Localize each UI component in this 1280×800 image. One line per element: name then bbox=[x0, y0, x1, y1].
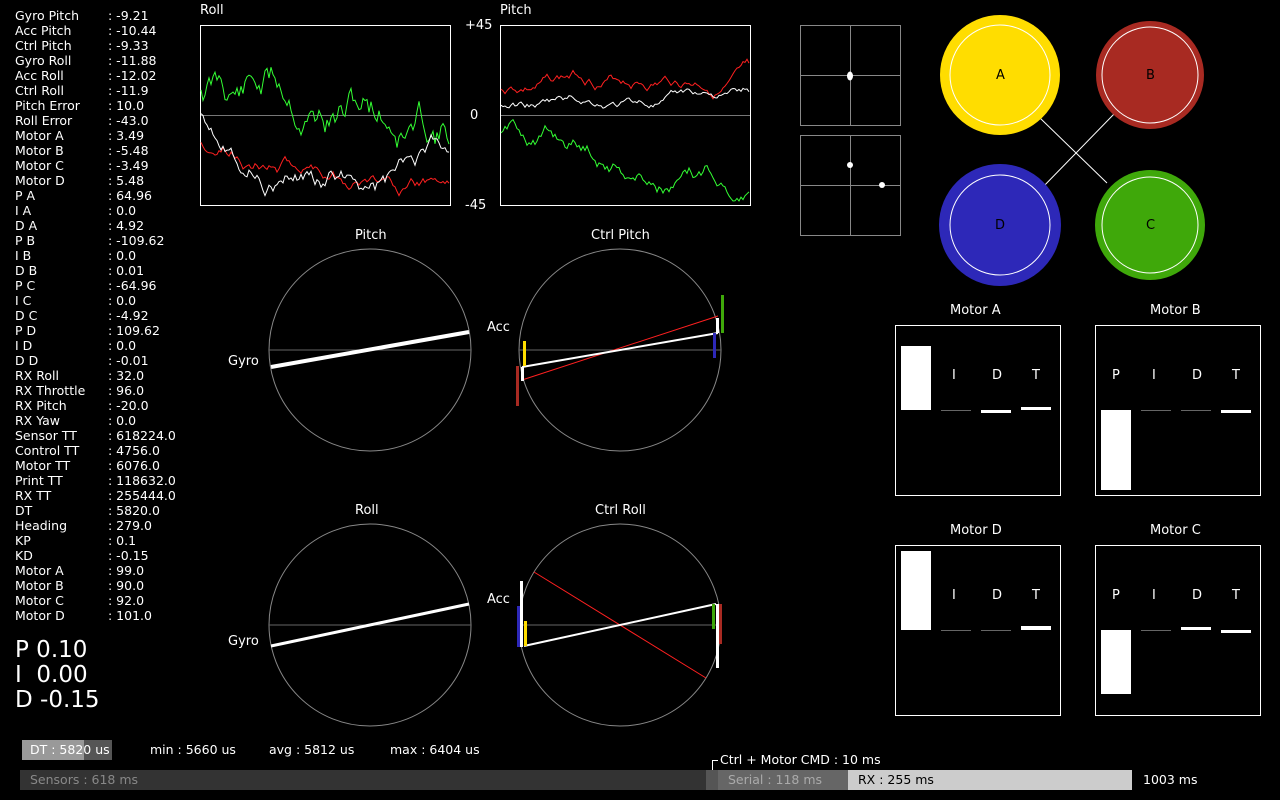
motor-a-p-bar bbox=[901, 346, 931, 410]
motor-d-d-label: D bbox=[992, 588, 1003, 603]
dt-label: DT : 5820 us bbox=[30, 742, 110, 757]
motor-d-i-bar bbox=[941, 630, 971, 631]
dials-canvas bbox=[268, 15, 1205, 727]
stick-box-1 bbox=[800, 25, 901, 126]
motor-d-label: D bbox=[995, 218, 1006, 233]
motor-d-i-label: I bbox=[952, 588, 956, 603]
motor-a-d-label: D bbox=[992, 368, 1003, 383]
motor-c-d-label: D bbox=[1192, 588, 1203, 603]
motor-a-i-label: I bbox=[952, 368, 956, 383]
ctrl-motor-label: Ctrl + Motor CMD : 10 ms bbox=[720, 752, 881, 767]
ctrl-pitch-dial bbox=[516, 248, 724, 452]
dt-max-label: max : 6404 us bbox=[390, 742, 480, 757]
motor-b-t-label: T bbox=[1232, 368, 1240, 383]
motor-b-p-bar bbox=[1101, 410, 1131, 490]
serial-bar: Serial : 118 ms bbox=[718, 770, 848, 790]
motor-c-label: C bbox=[1146, 218, 1156, 233]
motor-layout-diagram bbox=[939, 15, 1205, 286]
roll-dial bbox=[268, 523, 472, 727]
ctrl-roll-dial-acc-label: Acc bbox=[487, 592, 510, 607]
motor-c-p-bar bbox=[1101, 630, 1131, 694]
motor-a-label: A bbox=[996, 68, 1005, 83]
dt-avg-label: avg : 5812 us bbox=[269, 742, 355, 757]
motor-b-label: B bbox=[1146, 68, 1155, 83]
motor-b-d-bar bbox=[1181, 410, 1211, 411]
motor-d-panel: I D T bbox=[895, 545, 1061, 716]
pitch-dial bbox=[268, 248, 472, 452]
motor-b-d-label: D bbox=[1192, 368, 1203, 383]
ctrl-pitch-acc-line bbox=[521, 315, 719, 381]
motor-b-t-bar bbox=[1221, 410, 1251, 413]
motor-c-t-bar bbox=[1221, 630, 1251, 633]
motor-d-d-bar bbox=[981, 630, 1011, 631]
motor-c-t-label: T bbox=[1232, 588, 1240, 603]
motor-a-t-label: T bbox=[1032, 368, 1040, 383]
ctrl-motor-marker-tick bbox=[712, 760, 718, 761]
motor-c-p-label: P bbox=[1112, 588, 1120, 603]
motor-c-i-bar bbox=[1141, 630, 1171, 631]
ctrl-roll-dial-title: Ctrl Roll bbox=[595, 503, 646, 518]
motor-c-i-label: I bbox=[1152, 588, 1156, 603]
total-cycle-label: 1003 ms bbox=[1143, 772, 1198, 787]
motor-b-panel-title: Motor B bbox=[1150, 303, 1201, 318]
motor-b-i-bar bbox=[1141, 410, 1171, 411]
stick-box-2 bbox=[800, 135, 901, 236]
motor-a-d-bar bbox=[981, 410, 1011, 413]
ctrl-motor-bar bbox=[706, 770, 718, 790]
motor-b-i-label: I bbox=[1152, 368, 1156, 383]
ctrl-roll-dial bbox=[517, 523, 722, 727]
motor-b-panel: P I D T bbox=[1095, 325, 1261, 496]
dt-min-label: min : 5660 us bbox=[150, 742, 236, 757]
motor-b-p-label: P bbox=[1112, 368, 1120, 383]
rx-bar: RX : 255 ms bbox=[848, 770, 1132, 790]
motor-a-i-bar bbox=[941, 410, 971, 411]
roll-dial-gyro-label: Gyro bbox=[228, 634, 259, 649]
motor-c-d-bar bbox=[1181, 627, 1211, 630]
roll-dial-title: Roll bbox=[355, 503, 379, 518]
motor-d-p-bar bbox=[901, 551, 931, 630]
motor-d-t-bar bbox=[1021, 626, 1051, 630]
motor-a-panel: I D T bbox=[895, 325, 1061, 496]
motor-c-panel-title: Motor C bbox=[1150, 523, 1201, 538]
motor-d-t-label: T bbox=[1032, 588, 1040, 603]
motor-a-t-bar bbox=[1021, 407, 1051, 410]
motor-d-panel-title: Motor D bbox=[950, 523, 1002, 538]
sensors-bar: Sensors : 618 ms bbox=[20, 770, 706, 790]
motor-a-panel-title: Motor A bbox=[950, 303, 1001, 318]
motor-c-panel: P I D T bbox=[1095, 545, 1261, 716]
ctrl-motor-marker bbox=[712, 760, 713, 770]
